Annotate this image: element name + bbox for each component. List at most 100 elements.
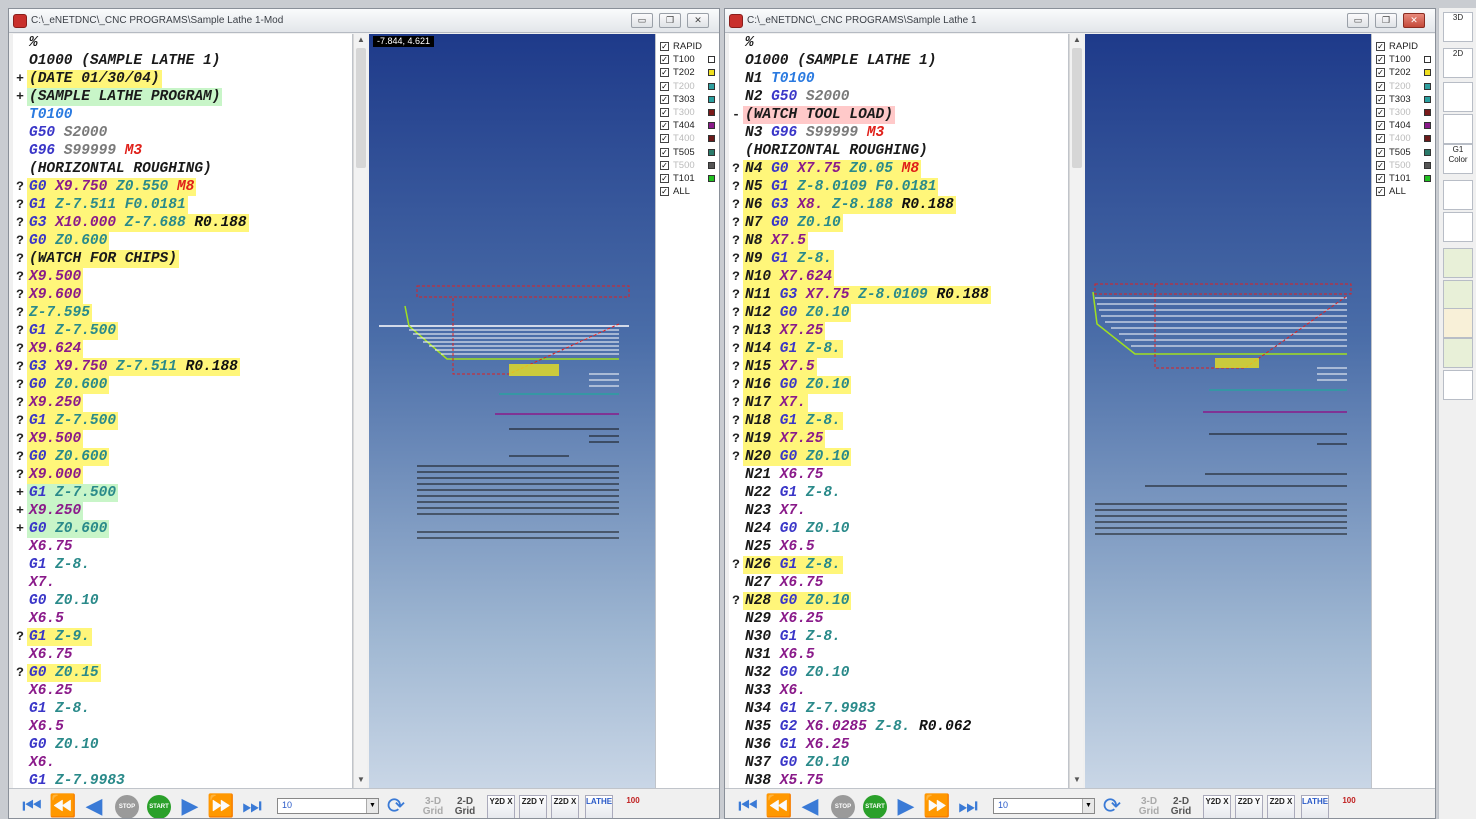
stop-button[interactable]: STOP <box>831 795 855 818</box>
step-forward-icon[interactable]: ▶ <box>177 794 203 818</box>
code-line[interactable]: N31 X6.5 <box>729 646 1068 664</box>
tool-filter-t300[interactable]: ✓ T300 <box>660 106 718 119</box>
checkbox-icon[interactable]: ✓ <box>1376 94 1385 104</box>
checkbox-icon[interactable]: ✓ <box>660 147 669 157</box>
tool-color-swatch[interactable] <box>1424 122 1431 130</box>
tool-filter-t200[interactable]: ✓ T200 <box>660 80 718 93</box>
tool-color-swatch[interactable] <box>708 56 715 64</box>
view-yx-button[interactable]: Y2D X <box>1203 795 1231 818</box>
code-line[interactable]: ? G0 Z0.600 <box>13 448 352 466</box>
tool-color-swatch[interactable] <box>708 135 715 143</box>
code-line[interactable]: T0100 <box>13 106 352 124</box>
start-button[interactable]: START <box>147 795 171 818</box>
code-line[interactable]: ? N19 X7.25 <box>729 430 1068 448</box>
tool-color-swatch[interactable] <box>708 69 715 77</box>
code-line[interactable]: ? Z-7.595 <box>13 304 352 322</box>
code-scrollbar[interactable]: ▲ ▼ <box>353 34 367 788</box>
code-line[interactable]: ? N5 G1 Z-8.0109 F0.0181 <box>729 178 1068 196</box>
code-line[interactable]: N27 X6.75 <box>729 574 1068 592</box>
code-line[interactable]: ? N26 G1 Z-8. <box>729 556 1068 574</box>
code-scrollbar[interactable]: ▲ ▼ <box>1069 34 1083 788</box>
scroll-down-arrow-icon[interactable]: ▼ <box>354 774 368 786</box>
code-line[interactable]: ? N4 G0 X7.75 Z0.05 M8 <box>729 160 1068 178</box>
checkbox-icon[interactable]: ✓ <box>660 68 669 78</box>
checkbox-icon[interactable]: ✓ <box>1376 108 1385 117</box>
code-line[interactable]: G96 S99999 M3 <box>13 142 352 160</box>
checkbox-icon[interactable]: ✓ <box>1376 42 1385 51</box>
code-line[interactable]: N36 G1 X6.25 <box>729 736 1068 754</box>
code-line[interactable]: O1000 (SAMPLE LATHE 1) <box>13 52 352 70</box>
speed-select[interactable]: 10 ▼ <box>277 798 379 814</box>
tool-filter-t202[interactable]: ✓ T202 <box>660 66 718 79</box>
tool-color-swatch[interactable] <box>708 122 715 130</box>
code-line[interactable]: + X9.250 <box>13 502 352 520</box>
pen-icon[interactable] <box>1443 82 1473 112</box>
checkbox-icon[interactable]: ✓ <box>1376 160 1385 170</box>
code-line[interactable]: N32 G0 Z0.10 <box>729 664 1068 682</box>
view-2d-icon[interactable]: 2D <box>1443 48 1473 78</box>
code-line[interactable]: N37 G0 Z0.10 <box>729 754 1068 772</box>
checkbox-icon[interactable]: ✓ <box>660 187 669 197</box>
checkbox-icon[interactable]: ✓ <box>660 108 669 117</box>
grid-3d-button[interactable]: 3-D Grid <box>1135 797 1163 818</box>
code-line[interactable]: N33 X6. <box>729 682 1068 700</box>
tool-color-swatch[interactable] <box>708 161 715 169</box>
layout-vertical-icon[interactable] <box>1443 212 1473 242</box>
code-line[interactable]: ? X9.500 <box>13 430 352 448</box>
code-line[interactable]: + G0 Z0.600 <box>13 520 352 538</box>
layout-horizontal-icon[interactable] <box>1443 180 1473 210</box>
code-line[interactable]: N23 X7. <box>729 502 1068 520</box>
tool-color-swatch[interactable] <box>1424 148 1431 156</box>
tool-color-swatch[interactable] <box>708 109 715 116</box>
code-line[interactable]: ? G0 Z0.600 <box>13 232 352 250</box>
code-line[interactable]: ? N10 X7.624 <box>729 268 1068 286</box>
scroll-thumb[interactable] <box>356 48 366 168</box>
tool-filter-all[interactable]: ✓ ALL <box>1376 185 1434 198</box>
code-line[interactable]: ? N18 G1 Z-8. <box>729 412 1068 430</box>
checkbox-icon[interactable]: ✓ <box>660 134 669 144</box>
code-line[interactable]: ? X9.000 <box>13 466 352 484</box>
code-line[interactable]: N21 X6.75 <box>729 466 1068 484</box>
code-line[interactable]: (HORIZONTAL ROUGHING) <box>729 142 1068 160</box>
chart-compare-icon[interactable] <box>1443 308 1473 338</box>
code-line[interactable]: N2 G50 S2000 <box>729 88 1068 106</box>
restore-button[interactable]: ❐ <box>1375 13 1397 28</box>
close-button[interactable]: ✕ <box>687 13 709 28</box>
speed-select[interactable]: 10 ▼ <box>993 798 1095 814</box>
tool-filter-t100[interactable]: ✓ T100 <box>660 53 718 66</box>
code-line[interactable]: N1 T0100 <box>729 70 1068 88</box>
checkbox-icon[interactable]: ✓ <box>660 42 669 51</box>
checkbox-icon[interactable]: ✓ <box>1376 121 1385 131</box>
title-bar[interactable]: C:\_eNETDNC\_CNC PROGRAMS\Sample Lathe 1… <box>725 9 1435 33</box>
tool-filter-t500[interactable]: ✓ T500 <box>660 159 718 172</box>
code-line[interactable]: ? X9.250 <box>13 394 352 412</box>
tool-filter-t202[interactable]: ✓ T202 <box>1376 66 1434 79</box>
code-line[interactable]: ? N7 G0 Z0.10 <box>729 214 1068 232</box>
lathe-view-button[interactable]: LATHE <box>1301 795 1329 818</box>
pie-chart-icon[interactable] <box>1443 370 1473 400</box>
refresh-icon[interactable]: ⟳ <box>383 794 409 818</box>
tool-color-swatch[interactable] <box>1424 175 1431 182</box>
refresh-icon[interactable]: ⟳ <box>1099 794 1125 818</box>
code-line[interactable]: ? N14 G1 Z-8. <box>729 340 1068 358</box>
code-line[interactable]: - (WATCH TOOL LOAD) <box>729 106 1068 124</box>
toolpath-viewport[interactable]: -7.844, 4.621 <box>369 34 655 788</box>
code-line[interactable]: ? N15 X7.5 <box>729 358 1068 376</box>
tool-filter-t400[interactable]: ✓ T400 <box>1376 132 1434 145</box>
rewind-icon[interactable]: ⏪ <box>765 794 792 818</box>
checkbox-icon[interactable]: ✓ <box>1376 68 1385 78</box>
tool-filter-t101[interactable]: ✓ T101 <box>660 172 718 185</box>
code-line[interactable]: G0 Z0.10 <box>13 592 352 610</box>
code-line[interactable]: G50 S2000 <box>13 124 352 142</box>
toolpath-viewport[interactable] <box>1085 34 1371 788</box>
code-line[interactable]: ? N16 G0 Z0.10 <box>729 376 1068 394</box>
code-line[interactable]: ? G0 Z0.15 <box>13 664 352 682</box>
code-line[interactable]: N24 G0 Z0.10 <box>729 520 1068 538</box>
code-line[interactable]: ? (WATCH FOR CHIPS) <box>13 250 352 268</box>
code-line[interactable]: X7. <box>13 574 352 592</box>
grid-3d-button[interactable]: 3-D Grid <box>419 797 447 818</box>
checkbox-icon[interactable]: ✓ <box>660 94 669 104</box>
checkbox-icon[interactable]: ✓ <box>660 174 669 183</box>
fast-forward-icon[interactable]: ⏩ <box>923 794 950 818</box>
tool-filter-t101[interactable]: ✓ T101 <box>1376 172 1434 185</box>
